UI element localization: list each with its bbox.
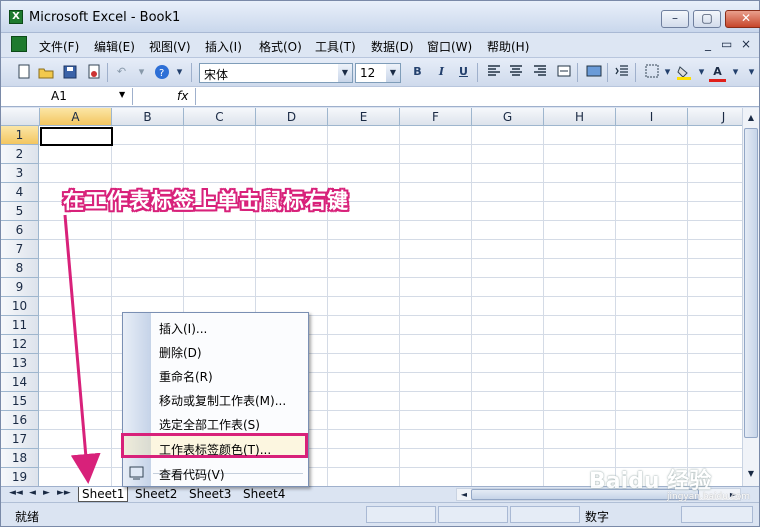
ctx-rename[interactable]: 重命名(R) xyxy=(159,368,213,385)
ctx-move-copy[interactable]: 移动或复制工作表(M)... xyxy=(159,392,286,409)
ctx-tab-color[interactable]: 工作表标签颜色(T)... xyxy=(159,441,271,458)
ctx-delete[interactable]: 删除(D) xyxy=(159,344,202,361)
excel-window: X Microsoft Excel - Book1 – ▢ ✕ 文件(F) 编辑… xyxy=(0,0,760,527)
annotation-arrow xyxy=(63,214,101,484)
ctx-view-code[interactable]: 查看代码(V) xyxy=(159,466,225,483)
ctx-insert[interactable]: 插入(I)... xyxy=(159,320,207,337)
baidu-watermark-url: jingyan.baidu.com xyxy=(667,492,751,502)
context-menu: 插入(I)... 删除(D) 重命名(R) 移动或复制工作表(M)... 选定全… xyxy=(122,312,309,487)
context-menu-gutter xyxy=(123,313,151,486)
ctx-select-all[interactable]: 选定全部工作表(S) xyxy=(159,416,260,433)
baidu-watermark: Baidu 经验 xyxy=(589,469,712,494)
view-code-icon xyxy=(129,466,145,480)
